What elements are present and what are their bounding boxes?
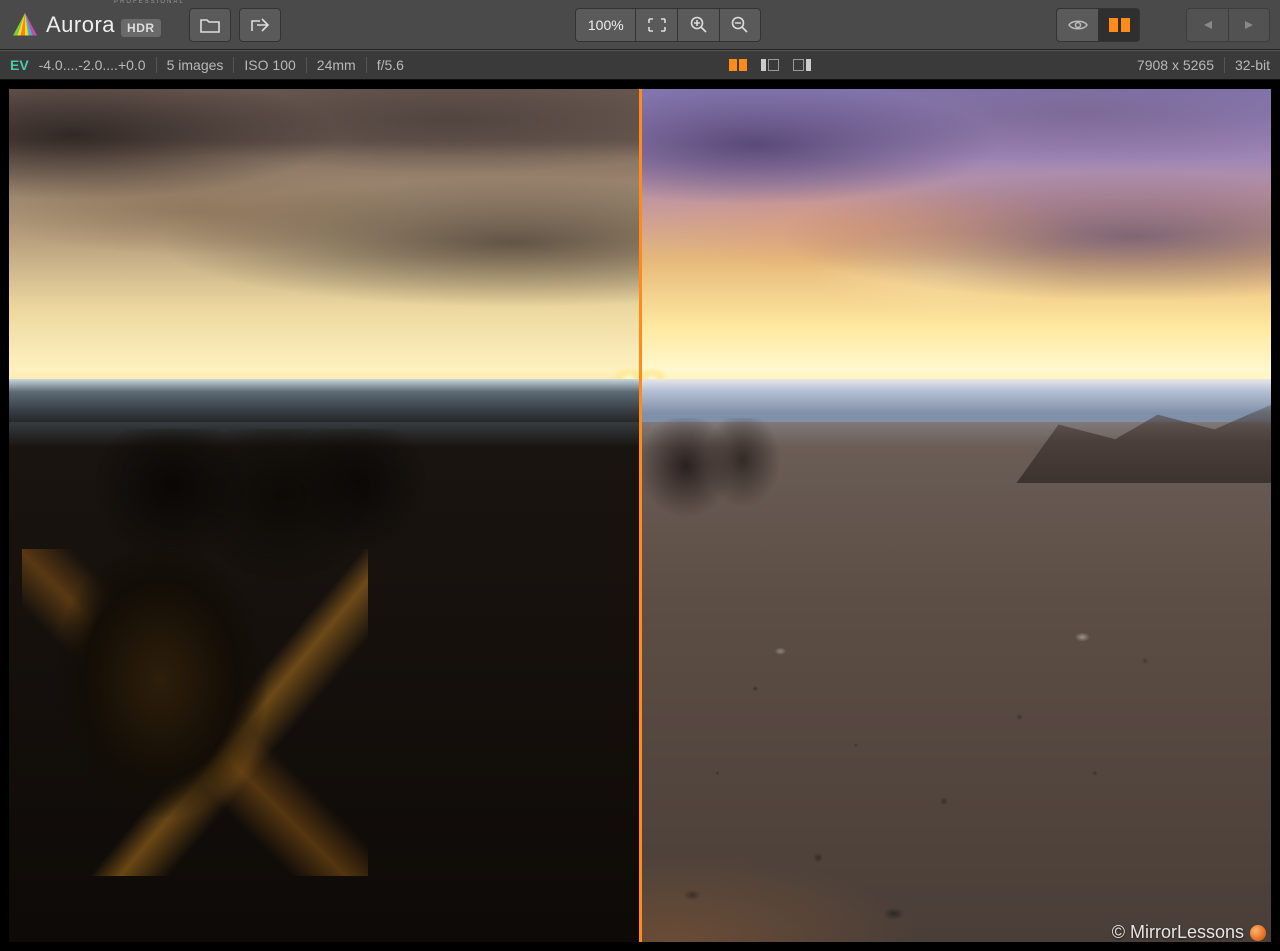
zoom-percent-label: 100%	[588, 17, 624, 33]
ev-values: -4.0....-2.0....+0.0	[39, 57, 146, 73]
app-edition: PROFESSIONAL	[114, 0, 185, 5]
zoom-out-icon	[730, 15, 750, 35]
app-name: Aurora	[46, 12, 115, 38]
fit-screen-icon	[647, 17, 667, 33]
focal-length: 24mm	[307, 57, 367, 73]
compare-container	[9, 89, 1271, 942]
zoom-percent-button[interactable]: 100%	[575, 8, 635, 42]
aperture-value: f/5.6	[367, 57, 414, 73]
undo-icon	[1198, 17, 1218, 33]
ev-segment: EV -4.0....-2.0....+0.0	[10, 57, 157, 73]
iso-value: ISO 100	[234, 57, 306, 73]
after-pane[interactable]	[642, 89, 1272, 942]
watermark-logo-icon	[1250, 925, 1266, 941]
zoom-group: 100%	[575, 8, 761, 42]
redo-icon	[1239, 17, 1259, 33]
info-bar: EV -4.0....-2.0....+0.0 5 images ISO 100…	[0, 50, 1280, 80]
top-toolbar: PROFESSIONAL Aurora HDR 100%	[0, 0, 1280, 50]
export-button[interactable]	[239, 8, 281, 42]
compare-divider[interactable]	[639, 89, 642, 942]
history-group	[1186, 8, 1270, 42]
hdr-badge: HDR	[121, 19, 161, 37]
compare-split-right-small[interactable]	[790, 56, 814, 74]
compare-side-icon	[1109, 18, 1130, 32]
redo-button[interactable]	[1228, 8, 1270, 42]
compare-layout-switch	[726, 56, 814, 74]
undo-button[interactable]	[1186, 8, 1228, 42]
before-pane[interactable]	[9, 89, 639, 942]
fit-screen-button[interactable]	[635, 8, 677, 42]
open-file-button[interactable]	[189, 8, 231, 42]
eye-icon	[1067, 17, 1089, 33]
logo-prism-icon	[10, 10, 40, 40]
zoom-out-button[interactable]	[719, 8, 761, 42]
app-logo: PROFESSIONAL Aurora HDR	[10, 10, 161, 40]
bit-depth: 32-bit	[1225, 57, 1270, 73]
compare-side-button[interactable]	[1098, 8, 1140, 42]
compare-split-equal[interactable]	[726, 56, 750, 74]
zoom-in-button[interactable]	[677, 8, 719, 42]
ev-label: EV	[10, 57, 29, 73]
preview-mode-group	[1056, 8, 1140, 42]
watermark: © MirrorLessons	[1112, 922, 1266, 943]
image-viewer[interactable]: © MirrorLessons	[0, 80, 1280, 951]
compare-split-left-small[interactable]	[758, 56, 782, 74]
image-count: 5 images	[157, 57, 235, 73]
watermark-text: © MirrorLessons	[1112, 922, 1244, 943]
image-dimensions: 7908 x 5265	[1127, 57, 1225, 73]
quick-preview-button[interactable]	[1056, 8, 1098, 42]
folder-open-icon	[199, 16, 221, 34]
export-icon	[249, 16, 271, 34]
zoom-in-icon	[689, 15, 709, 35]
